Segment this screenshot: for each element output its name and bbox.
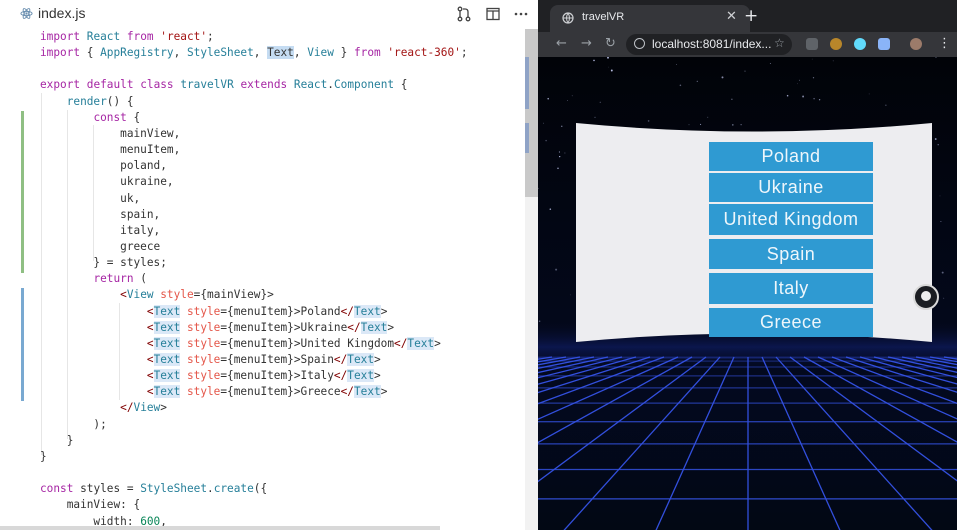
back-icon[interactable]: ← [556,36,567,51]
split-editor-icon[interactable] [485,6,501,22]
code-line[interactable]: export default class travelVR extends Re… [40,77,407,93]
browser-window: travelVR ✕ + ← → ↻ localhost:8081/index.… [538,0,957,530]
code-line[interactable]: <Text style={menuItem}>United Kingdom</T… [40,336,441,352]
scroll-change-marker [525,57,529,109]
code-line[interactable]: spain, [40,207,160,223]
code-editor: index.js import React from 'react'; impor… [0,0,538,530]
code-line[interactable]: render() { [40,94,134,110]
code-line[interactable]: italy, [40,223,160,239]
editor-scrollbar[interactable] [525,29,538,530]
react-file-icon [20,8,33,19]
star-icon[interactable]: ☆ [774,36,785,50]
source-control-icon[interactable] [456,6,472,22]
code-line[interactable]: poland, [40,158,167,174]
code-line[interactable]: </View> [40,400,167,416]
code-line[interactable]: <Text style={menuItem}>Greece</Text> [40,384,387,400]
new-tab-icon[interactable]: + [744,6,758,26]
code-line[interactable]: } [40,449,47,465]
code-line[interactable]: return ( [40,271,146,287]
code-line[interactable]: ); [40,417,106,433]
globe-icon [562,12,574,24]
code-line[interactable]: ukraine, [40,174,173,190]
code-area[interactable]: import React from 'react'; import { AppRe… [0,29,525,530]
menu-item-greece[interactable]: Greece [709,308,873,337]
code-line[interactable]: } = styles; [40,255,166,271]
code-line[interactable]: menuItem, [40,142,180,158]
editor-horizontal-scrollbar[interactable] [0,526,440,530]
menu-item-poland[interactable]: Poland [709,142,873,171]
scroll-change-marker [525,123,529,153]
code-line[interactable]: mainView, [40,126,180,142]
editor-tab-bar: index.js [0,0,538,28]
vr-menu-panel: Poland Ukraine United Kingdom Spain Ital… [576,120,932,345]
browser-menu-icon[interactable]: ⋮ [938,36,951,51]
profile-avatar[interactable] [910,38,922,50]
close-icon[interactable]: ✕ [726,9,737,24]
gutter-added-marker [21,111,24,273]
extension-icon[interactable] [806,38,818,50]
menu-item-italy[interactable]: Italy [709,273,873,304]
react-devtools-icon[interactable] [854,38,866,50]
gaze-cursor-icon[interactable] [913,284,939,310]
browser-tab[interactable]: travelVR ✕ [550,5,750,32]
code-line[interactable]: } [40,433,74,449]
menu-item-united-kingdom[interactable]: United Kingdom [709,204,873,235]
code-line[interactable]: const styles = StyleSheet.create({ [40,481,267,497]
menu-item-ukraine[interactable]: Ukraine [709,173,873,202]
editor-tab-label[interactable]: index.js [38,5,85,21]
editor-scroll-thumb[interactable] [525,29,538,197]
code-line[interactable]: mainView: { [40,497,140,513]
cookie-extension-icon[interactable] [830,38,842,50]
browser-toolbar: ← → ↻ localhost:8081/index... ☆ ⋮ [538,32,957,57]
extension-icon[interactable] [878,38,890,50]
code-line[interactable]: import React from 'react'; [40,29,214,45]
code-line[interactable]: import { AppRegistry, StyleSheet, Text, … [40,45,468,61]
code-line[interactable]: const { [40,110,140,126]
vr-viewport[interactable]: Poland Ukraine United Kingdom Spain Ital… [538,57,957,530]
code-line[interactable]: greece [40,239,160,255]
forward-icon[interactable]: → [581,36,592,51]
code-line[interactable]: uk, [40,191,140,207]
reload-icon[interactable]: ↻ [605,36,616,51]
code-line[interactable]: <View style={mainView}> [40,287,274,303]
browser-tab-title: travelVR [582,11,625,23]
info-icon[interactable] [634,38,645,49]
code-line[interactable]: <Text style={menuItem}>Italy</Text> [40,368,381,384]
address-url[interactable]: localhost:8081/index... [652,37,771,51]
menu-item-spain[interactable]: Spain [709,239,873,269]
code-line[interactable]: <Text style={menuItem}>Ukraine</Text> [40,320,394,336]
address-bar[interactable]: localhost:8081/index... ☆ [626,34,792,55]
code-line[interactable]: <Text style={menuItem}>Spain</Text> [40,352,381,368]
code-line[interactable]: <Text style={menuItem}>Poland</Text> [40,304,387,320]
browser-tab-strip: travelVR ✕ + [538,0,957,32]
gutter-modified-marker [21,288,24,401]
more-icon[interactable] [513,6,529,22]
